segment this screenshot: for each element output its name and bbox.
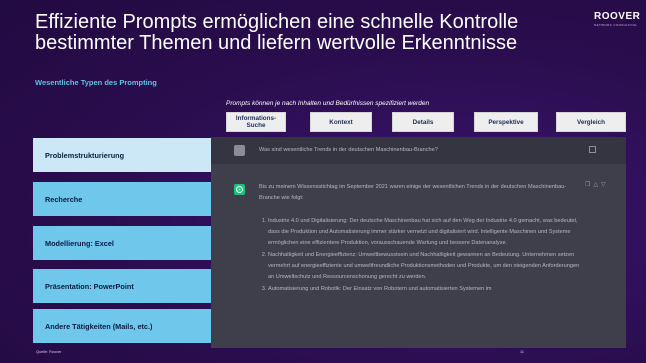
- user-question: Was sind wesentliche Trends in der deuts…: [259, 147, 438, 153]
- slide: Effiziente Prompts ermöglichen eine schn…: [0, 0, 646, 363]
- sidebar-item-problemstrukturierung[interactable]: Problemstrukturierung: [33, 138, 211, 172]
- title-line-2: bestimmter Themen und liefern wertvolle …: [35, 32, 518, 54]
- edit-icon[interactable]: [589, 146, 596, 153]
- answer-point: Industrie 4.0 und Digitalisierung: Der d…: [268, 216, 584, 249]
- tab-vergleich[interactable]: Vergleich: [556, 112, 626, 132]
- response-actions: ❐△▽: [585, 181, 609, 188]
- sidebar-item-praesentation[interactable]: Präsentation: PowerPoint: [33, 269, 211, 303]
- thumbs-up-icon[interactable]: △: [593, 182, 601, 188]
- sidebar-item-andere-taetigkeiten[interactable]: Andere Tätigkeiten (Mails, etc.): [33, 309, 211, 343]
- title-line-1: Effiziente Prompts ermöglichen eine schn…: [35, 11, 519, 33]
- section-subtitle: Wesentliche Typen des Prompting: [35, 78, 157, 87]
- chat-screenshot: Was sind wesentliche Trends in der deuts…: [211, 137, 626, 348]
- source-note: Quelle: Roover: [36, 350, 62, 354]
- tab-details[interactable]: Details: [392, 112, 454, 132]
- assistant-avatar-icon: [234, 184, 245, 195]
- roover-logo: ROOVER NETWORK CONSULTING: [594, 11, 640, 27]
- tab-kontext[interactable]: Kontext: [310, 112, 372, 132]
- tabs-caption: Prompts können je nach Inhalten und Bedü…: [226, 100, 430, 107]
- answer-point: Nachhaltigkeit und Energieeffizienz: Umw…: [268, 250, 584, 283]
- tab-informations-suche[interactable]: Informations-Suche: [226, 112, 286, 132]
- page-number: 11: [520, 350, 524, 354]
- slide-title: Effiziente Prompts ermöglichen eine schn…: [35, 12, 595, 54]
- logo-subtext: NETWORK CONSULTING: [594, 23, 637, 27]
- assistant-answer: Bis zu meinem Wissensstichtag im Septemb…: [259, 182, 584, 296]
- user-avatar-icon: [234, 145, 245, 156]
- thumbs-down-icon[interactable]: ▽: [601, 182, 609, 188]
- sidebar-item-recherche[interactable]: Recherche: [33, 182, 211, 216]
- answer-intro: Bis zu meinem Wissensstichtag im Septemb…: [259, 184, 567, 201]
- prompt-type-tabs: Informations-Suche Kontext Details Persp…: [226, 112, 626, 134]
- answer-list: Industrie 4.0 und Digitalisierung: Der d…: [259, 216, 584, 295]
- user-message-row: Was sind wesentliche Trends in der deuts…: [211, 137, 626, 164]
- tab-perspektive[interactable]: Perspektive: [474, 112, 538, 132]
- sidebar-item-modellierung[interactable]: Modellierung: Excel: [33, 226, 211, 260]
- logo-brand: ROOVER: [594, 11, 641, 22]
- answer-point: Automatisierung und Robotik: Der Einsatz…: [268, 284, 584, 295]
